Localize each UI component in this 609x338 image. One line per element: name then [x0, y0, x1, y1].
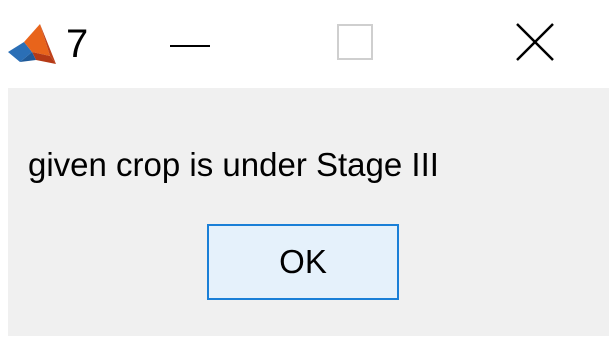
- close-icon: [515, 22, 555, 67]
- matlab-icon: [6, 22, 58, 68]
- message-dialog: 7 given crop is under Stage III OK: [0, 0, 609, 338]
- minimize-button[interactable]: [150, 10, 230, 78]
- ok-button[interactable]: OK: [207, 224, 399, 300]
- maximize-icon: [337, 23, 373, 65]
- title-bar[interactable]: 7: [0, 0, 609, 88]
- dialog-message: given crop is under Stage III: [28, 146, 439, 183]
- minimize-icon: [170, 35, 210, 53]
- window-title: 7: [66, 22, 89, 66]
- dialog-body: given crop is under Stage III OK: [8, 88, 609, 336]
- maximize-button[interactable]: [315, 10, 395, 78]
- close-button[interactable]: [490, 10, 580, 78]
